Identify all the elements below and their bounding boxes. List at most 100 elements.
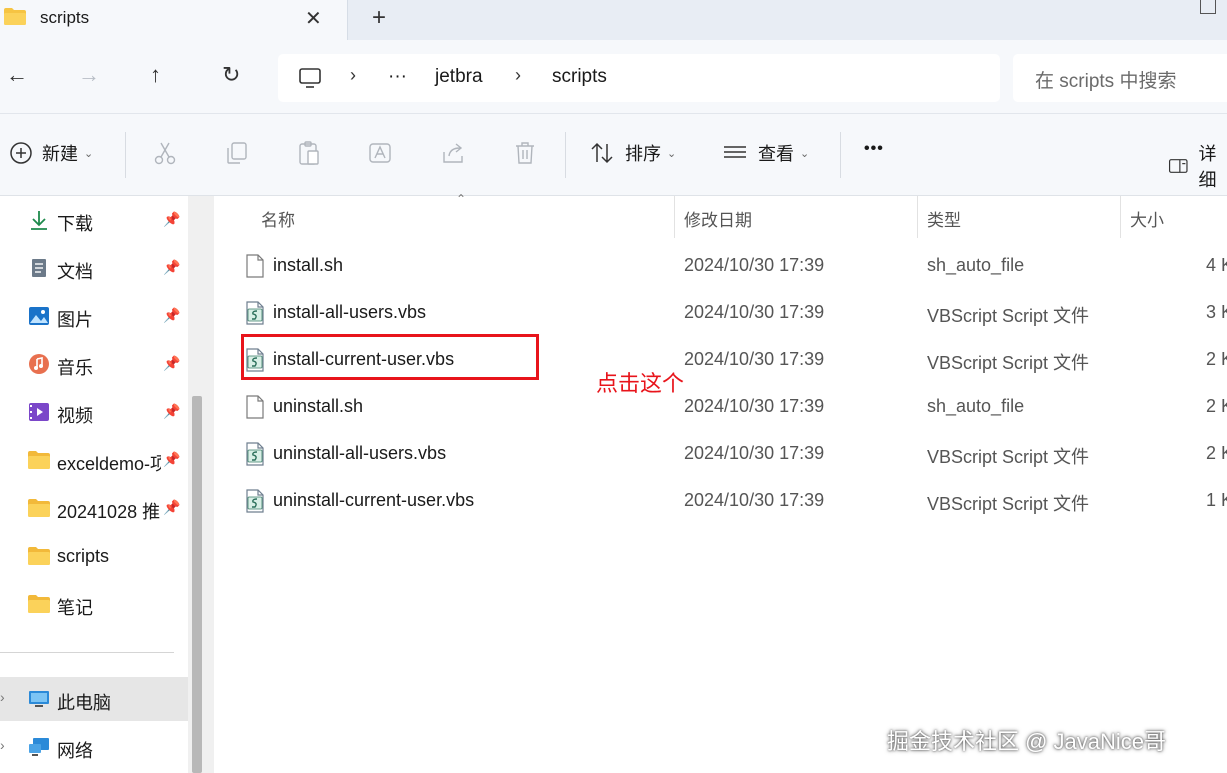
file-icon [246,254,264,278]
file-type: VBScript Script 文件 [927,353,1090,373]
file-row[interactable]: install-all-users.vbs 2024/10/30 17:39 VBS… [214,290,1227,336]
file-row[interactable]: install.sh 2024/10/30 17:39 sh_auto_file 4 … [214,243,1227,289]
video-icon [29,403,49,421]
pin-icon[interactable]: 📌 [163,499,180,516]
sidebar-item-label: 笔记 [57,598,93,618]
sidebar-item-6[interactable]: exceldemo-项 📌 [0,438,188,482]
new-tab-button[interactable]: + [372,4,386,32]
column-header-size[interactable]: 大小 [1130,206,1164,231]
sidebar-item-4[interactable]: 音乐 📌 [0,342,188,386]
rename-icon[interactable] [368,140,394,166]
breadcrumb-scripts[interactable]: scripts [552,66,607,88]
chevron-down-icon: ⌄ [800,147,810,160]
sidebar-item-9[interactable]: 笔记 [0,582,188,626]
pin-icon[interactable]: 📌 [163,307,180,324]
view-list-icon [724,146,746,158]
file-size: 3 K [1206,302,1227,322]
divider [840,132,841,178]
expand-icon[interactable]: › [0,737,5,753]
computer-icon[interactable] [298,66,322,90]
share-icon[interactable] [440,140,466,166]
sidebar-item-this-pc[interactable]: › 此电脑 [0,677,188,721]
paste-icon[interactable] [296,140,322,166]
pin-icon[interactable]: 📌 [163,355,180,372]
pin-icon[interactable]: 📌 [163,403,180,420]
watermark: 掘金技术社区 @ JavaNice哥 [887,729,1167,754]
refresh-button[interactable]: ↻ [222,62,240,88]
column-header-name[interactable]: 名称 [261,206,295,231]
folder-icon [4,8,26,25]
sidebar-scrollbar-thumb[interactable] [192,396,202,773]
column-header-type[interactable]: 类型 [927,206,961,231]
divider [565,132,566,178]
column-divider[interactable] [1120,196,1121,238]
breadcrumb-separator[interactable]: › [515,65,521,86]
new-button[interactable]: 新建 ⌄ [8,140,93,166]
sort-icon [591,142,613,164]
file-name: install-all-users.vbs [273,302,427,322]
file-type: VBScript Script 文件 [927,494,1090,514]
breadcrumb-separator[interactable]: › [350,65,356,86]
pin-icon[interactable]: 📌 [163,211,180,228]
delete-icon[interactable] [512,140,538,166]
download-icon [31,211,47,230]
maximize-icon[interactable] [1200,0,1216,14]
file-icon [246,395,264,419]
file-type: sh_auto_file [927,255,1025,275]
file-name: uninstall-current-user.vbs [273,490,475,510]
file-row[interactable]: uninstall-all-users.vbs 2024/10/30 17:39 V… [214,431,1227,477]
file-row[interactable]: install-current-user.vbs 2024/10/30 17:39… [214,337,1227,383]
column-header-date[interactable]: 修改日期 [684,206,752,231]
vbs-script-icon [246,489,264,513]
sidebar-item-5[interactable]: 视频 📌 [0,390,188,434]
sidebar-item-2[interactable]: 文档 📌 [0,246,188,290]
search-placeholder: 在 scripts 中搜索 [1035,71,1177,92]
file-name: uninstall.sh [273,396,364,416]
sidebar-item-label: scripts [57,546,110,566]
cut-icon[interactable] [152,140,178,166]
sidebar-item-network[interactable]: › 网络 [0,725,188,769]
forward-button[interactable]: → [78,62,100,88]
sidebar-item-1[interactable]: 下载 📌 [0,198,188,242]
command-toolbar: 新建 ⌄ 排序 ⌄ 查看 ⌄ ••• 详细 [0,114,1227,196]
sort-label: 排序 [625,144,661,164]
column-divider[interactable] [917,196,918,238]
file-date: 2024/10/30 17:39 [684,396,825,416]
pin-icon[interactable]: 📌 [163,451,180,468]
copy-icon[interactable] [224,140,250,166]
divider [0,652,174,653]
file-row[interactable]: uninstall-current-user.vbs 2024/10/30 17:… [214,478,1227,524]
close-tab-icon[interactable]: ✕ [305,6,322,31]
sidebar-item-7[interactable]: 20241028 推 📌 [0,486,188,530]
search-input[interactable]: 在 scripts 中搜索 [1013,54,1227,102]
folder-icon [28,451,50,469]
file-date: 2024/10/30 17:39 [684,490,825,510]
address-bar[interactable]: › ··· jetbra › scripts [278,54,1000,102]
sidebar-item-3[interactable]: 图片 📌 [0,294,188,338]
file-type: sh_auto_file [927,396,1025,416]
tab-scripts[interactable]: scripts ✕ [0,0,348,40]
annotation-text: 点击这个 [596,371,685,396]
sidebar-item-8[interactable]: scripts [0,534,188,578]
file-row[interactable]: uninstall.sh 2024/10/30 17:39 sh_auto_file… [214,384,1227,430]
add-circle-icon [10,142,32,164]
file-name: install.sh [273,255,344,275]
expand-icon[interactable]: › [0,689,5,705]
details-pane-button[interactable]: 详细 [1168,140,1227,192]
breadcrumb-overflow[interactable]: ··· [388,66,407,88]
chevron-down-icon: ⌄ [84,147,94,160]
back-button[interactable]: ← [6,62,28,88]
music-icon [29,354,49,374]
sort-button[interactable]: 排序 ⌄ [589,140,676,166]
computer-icon [29,691,49,707]
vbs-script-icon [246,348,264,372]
up-button[interactable]: ↑ [150,62,161,88]
navigation-pane: 下载 📌 文档 📌 图片 📌 音乐 📌 视频 📌 exceldemo-项 📌 20241028 推 📌 sc… [0,196,188,773]
pin-icon[interactable]: 📌 [163,259,180,276]
more-options-button[interactable]: ••• [864,140,884,158]
new-label: 新建 [42,144,78,164]
breadcrumb-jetbra[interactable]: jetbra [435,66,483,88]
view-button[interactable]: 查看 ⌄ [722,140,809,166]
file-date: 2024/10/30 17:39 [684,443,825,463]
column-divider[interactable] [674,196,675,238]
